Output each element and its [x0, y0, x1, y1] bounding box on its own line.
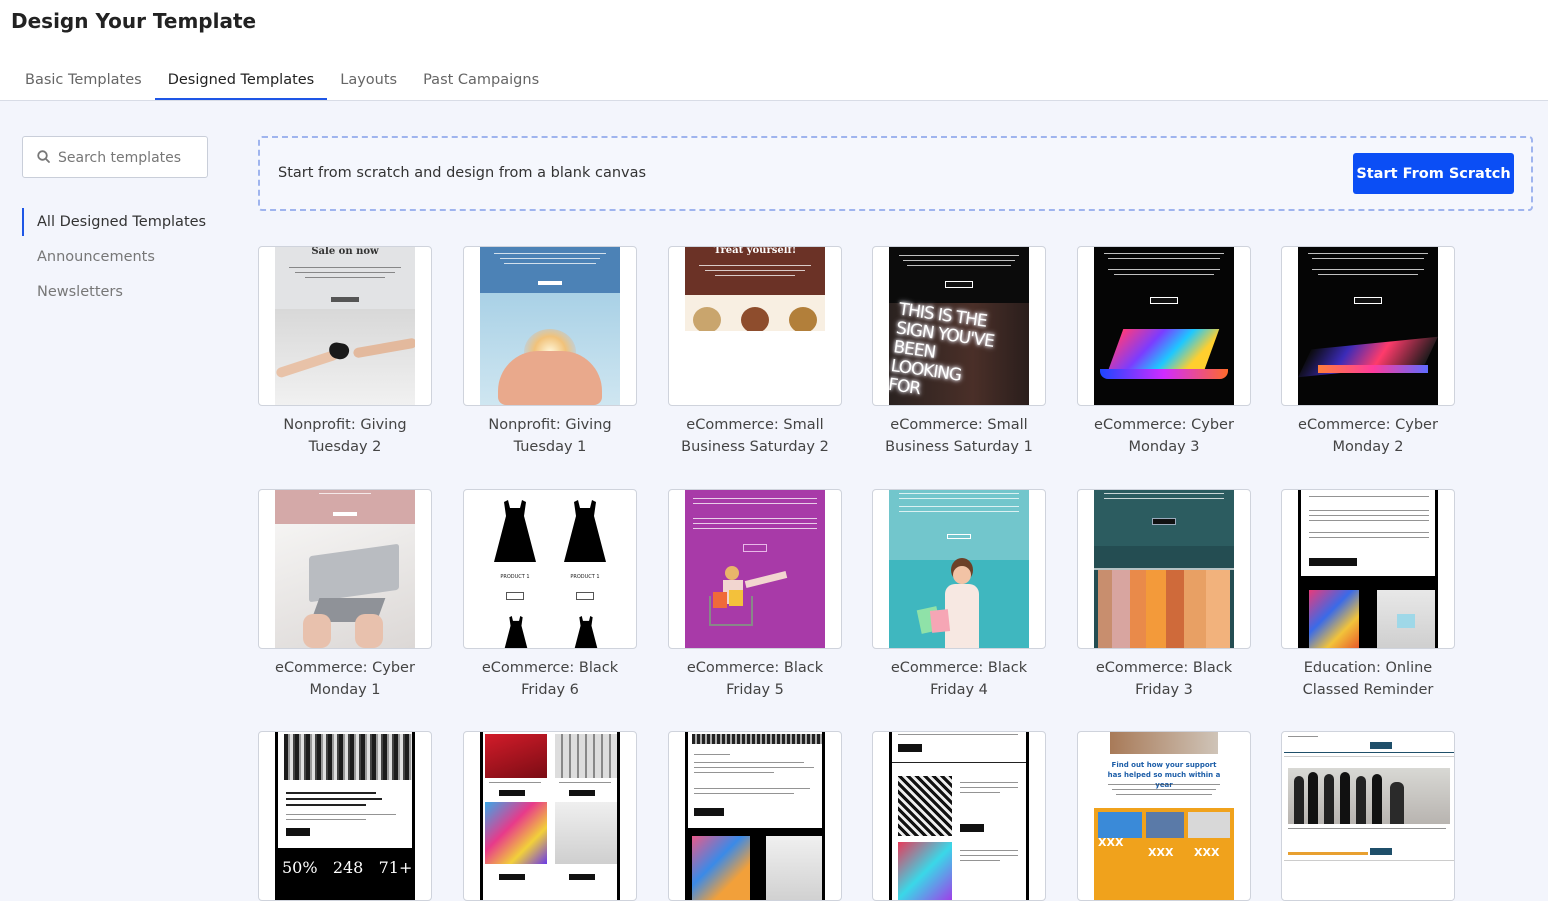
template-thumbnail [872, 489, 1046, 649]
tab-layouts[interactable]: Layouts [327, 60, 410, 100]
template-thumbnail [872, 731, 1046, 901]
search-input[interactable] [58, 147, 203, 169]
template-thumbnail [1077, 489, 1251, 649]
start-from-scratch-button[interactable]: Start From Scratch [1353, 153, 1514, 194]
template-card[interactable]: eCommerce: Cyber Monday 1 [258, 489, 432, 701]
template-card[interactable]: THIS IS THE SIGN YOU'VE BEEN LOOKING FOR… [872, 246, 1046, 458]
template-card[interactable] [668, 731, 842, 901]
template-name: eCommerce: Black Friday 6 [481, 660, 619, 698]
template-card[interactable] [1281, 731, 1455, 901]
tab-basic-templates[interactable]: Basic Templates [12, 60, 155, 100]
template-card[interactable]: Nonprofit: Giving Tuesday 1 [463, 246, 637, 458]
template-name: Education: Online Classed Reminder [1302, 660, 1434, 698]
template-name: eCommerce: Black Friday 4 [890, 660, 1028, 698]
template-thumbnail [258, 489, 432, 649]
template-card[interactable]: Treat yourself! eCommerce: Small Busines… [668, 246, 842, 458]
thumb-stat: XXX [1148, 846, 1174, 859]
sidebar-item-all-designed-templates[interactable]: All Designed Templates [22, 208, 206, 236]
tab-bar: Basic Templates Designed Templates Layou… [12, 60, 552, 101]
start-from-scratch-panel: Start from scratch and design from a bla… [258, 136, 1533, 211]
search-box [22, 136, 208, 178]
template-card[interactable]: eCommerce: Cyber Monday 3 [1077, 246, 1251, 458]
tab-designed-templates[interactable]: Designed Templates [154, 60, 328, 100]
product-label: PRODUCT 1 [570, 574, 600, 580]
template-card[interactable] [872, 731, 1046, 901]
template-name: Nonprofit: Giving Tuesday 1 [488, 417, 612, 455]
thumb-stats: 50% 248 71+ [282, 858, 413, 877]
product-label: PRODUCT 1 [500, 574, 530, 580]
template-name: eCommerce: Small Business Saturday 2 [681, 417, 829, 455]
thumb-neon-text: THIS IS THE SIGN YOU'VE BEEN LOOKING FOR [889, 299, 996, 400]
template-card[interactable]: PRODUCT 1 PRODUCT 1 eCommerce: Black Fri… [463, 489, 637, 701]
category-nav: All Designed Templates Announcements New… [22, 208, 206, 313]
tab-past-campaigns[interactable]: Past Campaigns [410, 60, 552, 100]
template-thumbnail [1077, 246, 1251, 406]
template-card[interactable]: eCommerce: Black Friday 3 [1077, 489, 1251, 701]
sidebar-item-newsletters[interactable]: Newsletters [22, 278, 206, 313]
dress-icon [574, 616, 598, 648]
template-name: eCommerce: Cyber Monday 1 [275, 660, 415, 698]
template-name: eCommerce: Small Business Saturday 1 [885, 417, 1033, 455]
template-thumbnail [668, 731, 842, 901]
template-thumbnail [463, 731, 637, 901]
template-name: eCommerce: Cyber Monday 2 [1298, 417, 1438, 455]
thumb-heading: Treat yourself! [713, 247, 797, 256]
dress-icon [504, 616, 528, 648]
template-card[interactable]: eCommerce: Black Friday 5 [668, 489, 842, 701]
template-card[interactable]: Education: Online Classed Reminder [1281, 489, 1455, 701]
template-card[interactable]: eCommerce: Black Friday 4 [872, 489, 1046, 701]
dress-icon [564, 500, 606, 562]
template-thumbnail: THIS IS THE SIGN YOU'VE BEEN LOOKING FOR [872, 246, 1046, 406]
thumb-stat: XXX [1194, 846, 1220, 859]
template-name: eCommerce: Cyber Monday 3 [1094, 417, 1234, 455]
template-thumbnail [668, 489, 842, 649]
template-thumbnail [1281, 246, 1455, 406]
template-card[interactable]: Sale on now Nonprofit: Giving Tuesday 2 [258, 246, 432, 458]
template-name: eCommerce: Black Friday 5 [686, 660, 824, 698]
template-card[interactable]: 50% 248 71+ [258, 731, 432, 901]
thumb-heading: Sale on now [311, 247, 379, 257]
template-card[interactable]: Find out how your support has helped so … [1077, 731, 1251, 901]
top-bar: Design Your Template Basic Templates Des… [0, 0, 1548, 101]
scratch-description: Start from scratch and design from a bla… [278, 165, 647, 181]
template-name: eCommerce: Black Friday 3 [1095, 660, 1233, 698]
page-title: Design Your Template [11, 9, 257, 33]
sidebar-item-announcements[interactable]: Announcements [22, 243, 206, 278]
template-thumbnail: 50% 248 71+ [258, 731, 432, 901]
template-thumbnail: Sale on now [258, 246, 432, 406]
template-thumbnail [1281, 489, 1455, 649]
thumb-stat: XXX [1098, 836, 1124, 849]
template-thumbnail: PRODUCT 1 PRODUCT 1 [463, 489, 637, 649]
template-name: Nonprofit: Giving Tuesday 2 [283, 417, 407, 455]
template-thumbnail: Treat yourself! [668, 246, 842, 406]
search-icon [37, 150, 50, 163]
template-card[interactable] [463, 731, 637, 901]
dress-icon [494, 500, 536, 562]
template-thumbnail: Find out how your support has helped so … [1077, 731, 1251, 901]
template-thumbnail [1281, 731, 1455, 901]
template-thumbnail [463, 246, 637, 406]
template-card[interactable]: eCommerce: Cyber Monday 2 [1281, 246, 1455, 458]
thumb-heading: Find out how your support has helped so … [1107, 761, 1221, 789]
